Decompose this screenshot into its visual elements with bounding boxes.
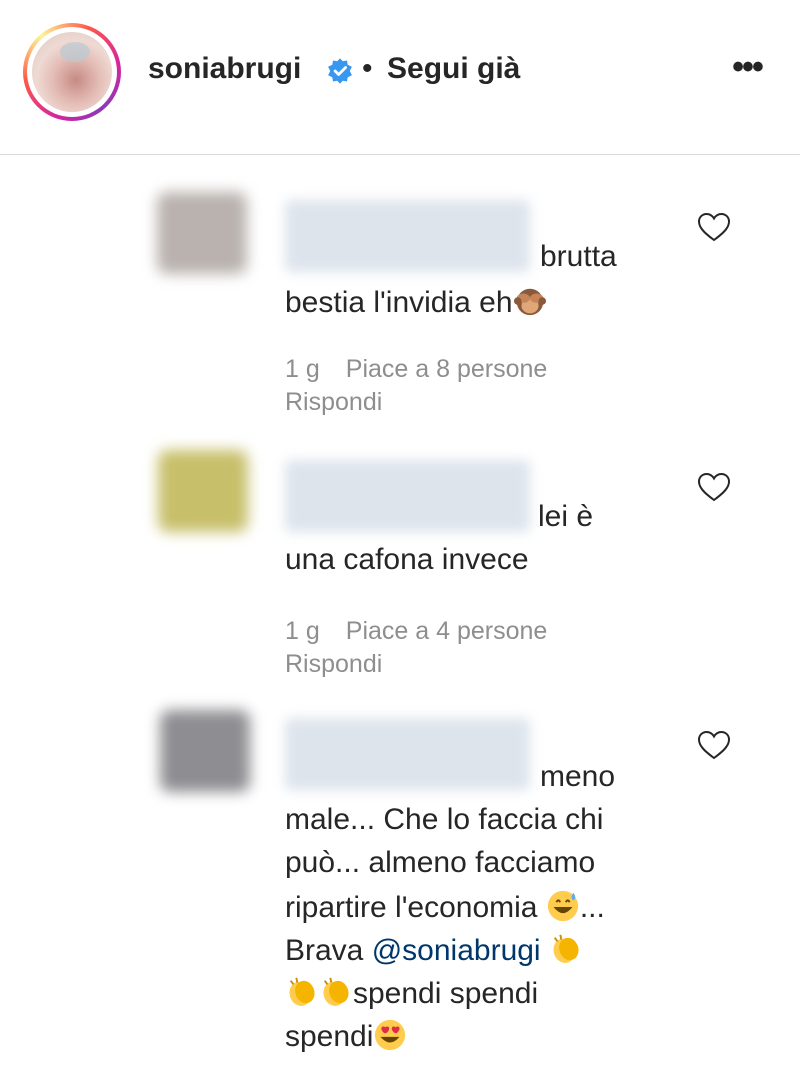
commenter-avatar[interactable]	[157, 192, 247, 274]
follow-status-button[interactable]: Segui già	[387, 52, 520, 86]
comment-meta: 1 g Piace a 4 persone	[285, 617, 547, 646]
comment-text-line: può... almeno facciamo	[285, 846, 596, 879]
heart-icon[interactable]	[697, 730, 731, 760]
comment-text-line: male... Che lo faccia chi	[285, 803, 604, 836]
verified-badge-icon	[328, 58, 352, 84]
heart-eyes-icon	[375, 1019, 406, 1051]
comment-text-line: Brava @soniabrugi	[285, 932, 583, 968]
comment-text-line: meno	[540, 760, 616, 793]
username-link[interactable]: soniabrugi	[148, 52, 301, 86]
comment-text-line: lei è	[538, 500, 594, 533]
comment-likes-link[interactable]: Piace a 8 persone	[346, 355, 548, 383]
comment-text-line: spendi	[285, 1018, 407, 1054]
comment-text-line: brutta	[540, 240, 617, 273]
heart-icon[interactable]	[697, 212, 731, 242]
comment-text-line: ripartire l'economia ...	[285, 890, 605, 924]
blurred-username	[285, 718, 530, 790]
mention-link[interactable]: @soniabrugi	[372, 934, 541, 967]
clapping-hands-icon	[553, 934, 579, 963]
comment-time: 1 g	[285, 355, 320, 383]
commenter-avatar[interactable]	[158, 450, 248, 532]
clapping-hands-icon	[289, 977, 315, 1006]
comment-likes-link[interactable]: Piace a 4 persone	[346, 617, 548, 645]
comment-text-line: una cafona invece	[285, 543, 529, 576]
see-no-evil-monkey-icon	[513, 288, 546, 316]
post-header: soniabrugi • Segui già •••	[0, 0, 800, 155]
separator-dot: •	[362, 52, 373, 85]
commenter-avatar[interactable]	[160, 710, 250, 792]
heart-icon[interactable]	[697, 472, 731, 502]
comment-time: 1 g	[285, 617, 320, 645]
comment-text-line: spendi spendi	[285, 975, 538, 1011]
comment-text-line: bestia l'invidia eh	[285, 284, 547, 320]
comment-meta: 1 g Piace a 8 persone	[285, 355, 547, 384]
profile-avatar[interactable]	[23, 23, 121, 121]
blurred-username	[285, 460, 530, 532]
more-options-icon[interactable]: •••	[722, 50, 772, 90]
clapping-hands-icon	[323, 977, 349, 1006]
blurred-username	[285, 200, 530, 272]
reply-button[interactable]: Rispondi	[285, 650, 382, 679]
reply-button[interactable]: Rispondi	[285, 388, 382, 417]
grinning-sweat-icon	[547, 890, 578, 922]
